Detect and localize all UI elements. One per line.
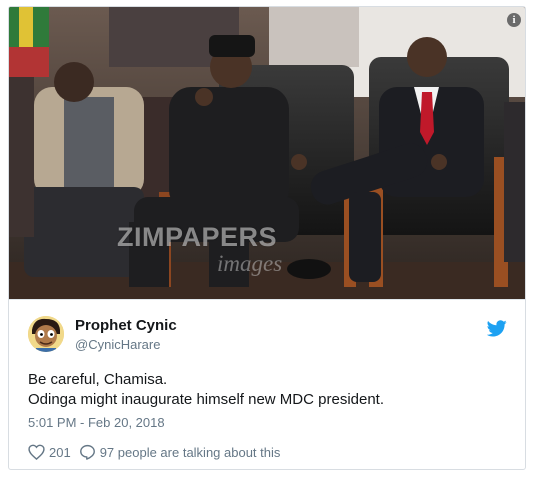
- tweet-photo[interactable]: i ZIMPAPERS images: [9, 7, 525, 299]
- conversation-link[interactable]: 97 people are talking about this: [79, 444, 281, 460]
- tweet-text-line-2: Odinga might inaugurate himself new MDC …: [28, 391, 385, 408]
- tweet-actions: 201 97 people are talking about this: [28, 442, 288, 462]
- tweet-body: Prophet Cynic @CynicHarare Be careful, C…: [9, 299, 525, 469]
- tweet-text-line-1: Be careful, Chamisa.: [28, 371, 168, 388]
- reply-bubble-icon: [79, 444, 95, 460]
- like-button[interactable]: 201: [28, 444, 71, 460]
- like-count: 201: [49, 444, 71, 460]
- twitter-bird-icon[interactable]: [487, 320, 507, 337]
- info-icon[interactable]: i: [507, 13, 521, 27]
- tweet-text: Be careful, Chamisa. Odinga might inaugu…: [28, 370, 384, 410]
- conversation-text: 97 people are talking about this: [99, 444, 281, 460]
- photo-watermark-sub: images: [217, 251, 283, 276]
- cartoon-avatar-icon: [28, 316, 64, 352]
- tweet-timestamp[interactable]: 5:01 PM - Feb 20, 2018: [28, 415, 165, 430]
- author-handle[interactable]: @CynicHarare: [75, 337, 160, 352]
- embedded-tweet-card: i ZIMPAPERS images Prophet Cynic @CynicH…: [8, 6, 526, 470]
- heart-icon: [28, 444, 45, 460]
- author-name[interactable]: Prophet Cynic: [75, 317, 177, 334]
- avatar[interactable]: [28, 316, 64, 352]
- photo-watermark: ZIMPAPERS: [117, 222, 278, 252]
